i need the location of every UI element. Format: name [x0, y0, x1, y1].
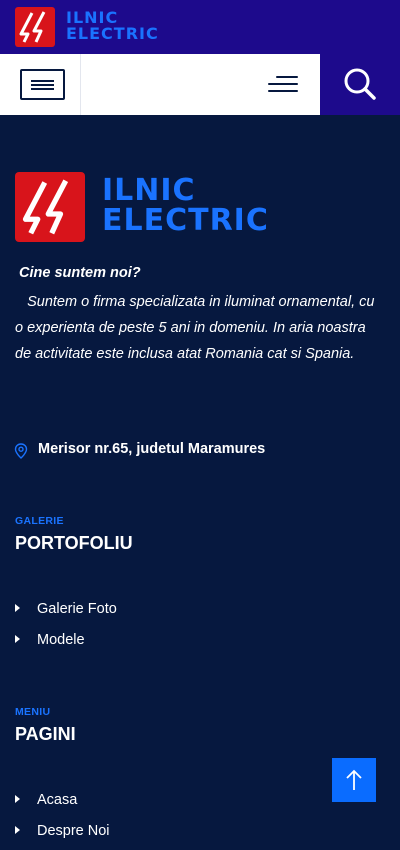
caret-right-icon	[15, 795, 20, 803]
arrow-up-icon	[346, 769, 362, 790]
search-icon	[344, 68, 376, 100]
nav-divider	[80, 54, 81, 115]
about-title: Cine suntem noi?	[19, 265, 141, 281]
pages-heading: PAGINI	[15, 724, 76, 744]
footer-logo-lightning-bolt-icon[interactable]	[15, 172, 85, 242]
caret-right-icon	[15, 826, 20, 834]
footer-brand-line-1: ILNIC	[102, 173, 196, 208]
nav-bar	[0, 54, 400, 115]
caret-right-icon	[15, 604, 20, 612]
footer-brand-line-2: ELECTRIC	[102, 203, 269, 238]
address-text: Merisor nr.65, judetul Maramures	[38, 441, 266, 457]
portfolio-kicker: GALERIE	[15, 515, 64, 527]
link-label: Despre Noi	[37, 823, 110, 839]
about-text-body: Suntem o firma specializata in iluminat …	[15, 294, 375, 362]
menu-toggle-icon	[31, 80, 54, 82]
brand-name[interactable]: ILNIC ELECTRIC	[66, 10, 159, 42]
footer-brand-name[interactable]: ILNIC ELECTRIC	[102, 176, 269, 236]
caret-right-icon	[15, 635, 20, 643]
hamburger-icon[interactable]	[268, 74, 298, 94]
portfolio-heading: PORTOFOLIU	[15, 533, 133, 553]
link-galerie-foto[interactable]: Galerie Foto	[15, 601, 117, 617]
link-modele[interactable]: Modele	[15, 632, 85, 648]
menu-toggle-button[interactable]	[20, 69, 65, 100]
map-pin-icon	[14, 443, 28, 459]
about-text: Suntem o firma specializata in iluminat …	[15, 289, 385, 367]
link-label: Acasa	[37, 792, 78, 808]
link-acasa[interactable]: Acasa	[15, 792, 77, 808]
pages-kicker: MENIU	[15, 706, 51, 718]
link-label: Modele	[37, 632, 85, 648]
top-brand-bar: ILNIC ELECTRIC	[0, 0, 400, 54]
search-button[interactable]	[320, 54, 400, 115]
back-to-top-button[interactable]	[332, 758, 376, 802]
brand-line-2: ELECTRIC	[66, 24, 159, 43]
logo-lightning-bolt-icon[interactable]	[15, 7, 55, 47]
link-despre-noi[interactable]: Despre Noi	[15, 823, 110, 839]
link-label: Galerie Foto	[37, 601, 117, 617]
